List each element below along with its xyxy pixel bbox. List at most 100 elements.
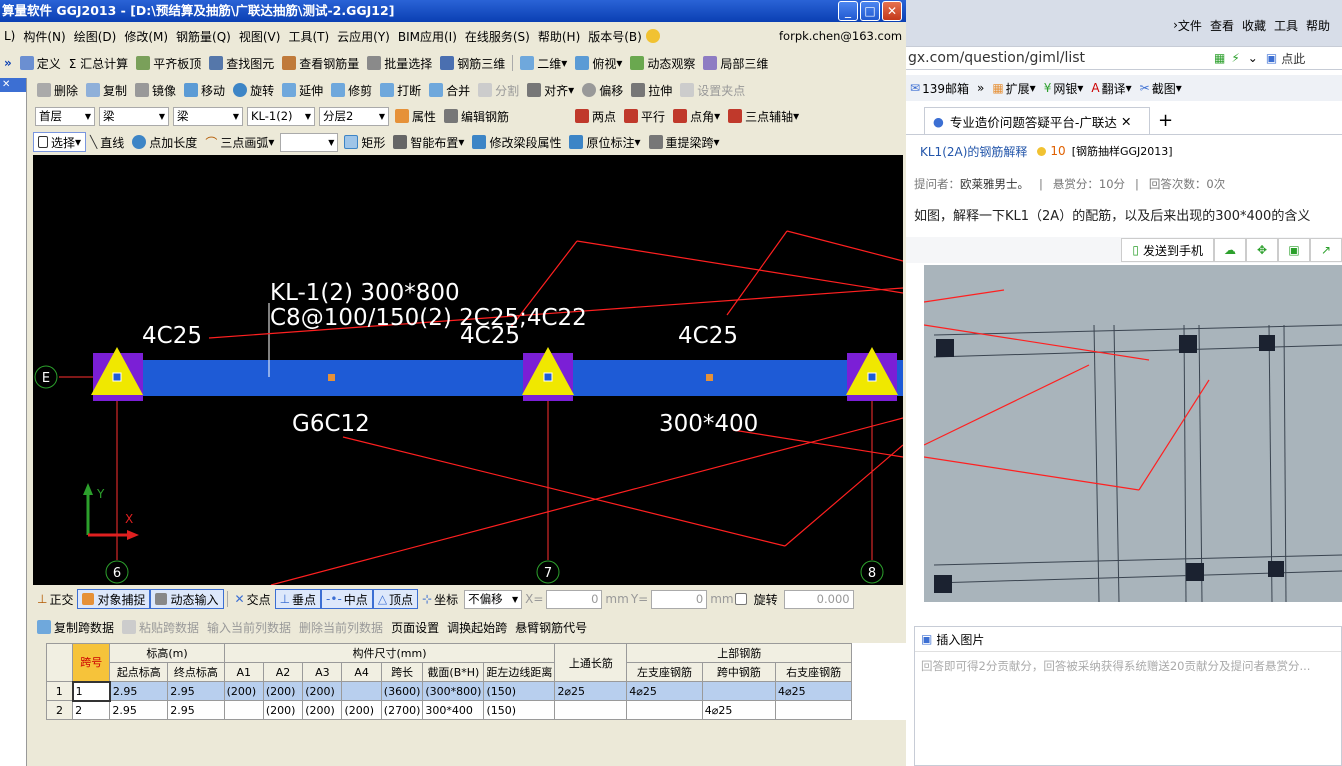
close-button[interactable]: ✕ [882,1,902,21]
layer-select[interactable]: 分层2 ▼ [319,106,389,126]
answer-textarea[interactable]: 回答即可得2分贡献分，回答被采纳获得系统赠送20贡献分及提问者悬赏分... [915,651,1341,680]
grid-cell[interactable] [223,700,264,720]
menu-item[interactable]: L) [0,26,19,46]
three-point-arc-dropdown[interactable]: ⌒ 三点画弧 ▾ [201,132,278,152]
type-select[interactable]: 梁 ▼ [173,106,243,126]
question-photo[interactable] [924,265,1342,602]
bookmark-extensions[interactable]: ▦ 扩展 ▾ [988,78,1039,98]
grid-cell[interactable]: (200) [302,700,343,720]
rotate-button[interactable]: 旋转 [229,80,278,100]
intersection-snap[interactable]: ✕ 交点 [231,589,275,609]
mirror-button[interactable]: 镜像 [131,80,180,100]
floor-select[interactable]: 首层 ▼ [35,106,95,126]
grid-cell[interactable]: (200) [302,681,343,701]
menu-item[interactable]: 在线服务(S) [461,26,534,46]
table-row[interactable]: 2 2 2.95 2.95 (200) (200) (200) (2700) 3… [45,700,906,720]
top-view-dropdown[interactable]: 俯视 ▾ [571,53,626,73]
break-button[interactable]: 打断 [376,80,425,100]
point-angle-dropdown[interactable]: 点角 ▾ [669,106,724,126]
input-column-data-button[interactable]: 输入当前列数据 [203,617,295,637]
menu-item[interactable]: 构件(N) [19,26,69,46]
new-tab-icon[interactable]: + [1158,110,1173,131]
menu-item[interactable]: 云应用(Y) [333,26,394,46]
point-length-button[interactable]: 点加长度 [128,132,201,152]
view-rebar-qty-button[interactable]: 查看钢筋量 [278,53,363,73]
bookmarks-overflow-icon[interactable]: » [973,78,988,98]
grid-cell[interactable] [626,700,703,720]
browser-menu-item[interactable]: 帮助 [1302,15,1334,35]
perpendicular-snap[interactable]: ⊥ 垂点 [274,589,322,609]
qr-icon[interactable]: ▦ [1214,51,1225,65]
find-element-button[interactable]: 查找图元 [205,53,278,73]
properties-button[interactable]: 属性 [391,106,440,126]
category-select[interactable]: 梁 ▼ [99,106,169,126]
grid-cell[interactable]: (200) [262,700,304,720]
define-button[interactable]: 定义 [16,53,65,73]
drawing-svg[interactable]: E 6 7 8 Y X KL-1(2) 300*800 C8@100/150(2… [33,155,903,585]
chevron-down-icon[interactable]: ⌄ [1248,51,1258,65]
account-dropdown[interactable]: forpk.chen@163.com▼ [776,27,904,46]
grid-cell[interactable]: 4⌀25 [701,700,776,720]
rebar-3d-button[interactable]: 钢筋三维 [436,53,509,73]
menu-item[interactable]: 视图(V) [235,26,285,46]
grid-cell[interactable]: (3600) [380,681,424,701]
object-snap-toggle[interactable]: 对象捕捉 [77,589,151,609]
grid-cell[interactable]: (300*800) [422,681,485,701]
split-button[interactable]: 分割 [474,80,523,100]
grid-cell[interactable] [701,681,776,701]
page-setup-button[interactable]: 页面设置 [387,617,443,637]
grid-cell[interactable] [774,700,853,720]
overflow-chevron-icon[interactable]: » [0,53,16,73]
x-coordinate-input[interactable]: 0 [546,589,603,609]
insert-image-button[interactable]: ▣ 插入图片 [915,627,1341,651]
asker-name[interactable]: 欧莱雅男士。 [960,176,1029,192]
menu-item[interactable]: 钢筋量(Q) [172,26,235,46]
browser-menu-item[interactable]: › 文件 [1169,15,1206,35]
bookmark-139mail[interactable]: ✉ 139邮箱 [906,78,973,98]
left-nav-panel[interactable]: ✕ [0,78,27,766]
rectangle-button[interactable]: 矩形 [340,132,389,152]
stretch-button[interactable]: 拉伸 [627,80,676,100]
rotate-checkbox[interactable] [734,593,747,605]
smart-layout-dropdown[interactable]: 智能布置 ▾ [389,132,468,152]
drawing-canvas[interactable]: E 6 7 8 Y X KL-1(2) 300*800 C8@100/150(2… [33,155,903,585]
grid-cell[interactable]: 4⌀25 [626,681,703,701]
set-grip-button[interactable]: 设置夹点 [676,80,749,100]
grid-cell[interactable]: (200) [341,700,382,720]
grid-cell[interactable]: (150) [483,681,556,701]
two-point-axis-button[interactable]: 两点 [571,106,620,126]
extend-button[interactable]: 延伸 [278,80,327,100]
delete-button[interactable]: 删除 [33,80,82,100]
grid-cell[interactable]: (200) [223,681,264,701]
edit-rebar-button[interactable]: 编辑钢筋 [440,106,513,126]
menu-item[interactable]: 工具(T) [284,26,333,46]
menu-item[interactable]: 版本号(B) [584,26,646,46]
paste-span-data-button[interactable]: 粘贴跨数据 [118,617,203,637]
grip-point[interactable] [867,372,877,382]
ortho-toggle[interactable]: ⊥ 正交 [33,589,77,609]
dynamic-input-toggle[interactable]: 动态输入 [150,589,224,609]
grid-cell[interactable]: 2.95 [109,700,169,720]
arc-option-select[interactable]: ▼ [280,132,339,152]
menu-item[interactable]: 帮助(H) [534,26,584,46]
grid-cell[interactable]: 300*400 [422,700,485,720]
in-place-annotation-dropdown[interactable]: 原位标注 ▾ [565,132,644,152]
top-rebar-right-label[interactable]: 4C25 [678,323,738,349]
beam-rebar-label[interactable]: C8@100/150(2) 2C25;4C22 [270,305,587,331]
browser-menu-item[interactable]: 收藏 [1238,15,1270,35]
grip-point[interactable] [112,372,122,382]
send-to-phone-button[interactable]: ▯ 发送到手机 [1121,238,1214,262]
question-title-link[interactable]: KL1(2A)的钢筋解释 [920,143,1027,160]
lightning-icon[interactable]: ⚡ [1231,51,1239,65]
merge-button[interactable]: 合并 [425,80,474,100]
fullscreen-icon[interactable]: ✥ [1246,238,1278,262]
dynamic-orbit-button[interactable]: 动态观察 [626,53,699,73]
browser-menu-item[interactable]: 查看 [1206,15,1238,35]
address-search-hint[interactable]: 点此 [1281,50,1305,67]
three-point-axis-dropdown[interactable]: 三点辅轴 ▾ [724,106,803,126]
address-input[interactable]: gx.com/question/giml/list [906,50,1206,66]
grid-cell[interactable] [554,700,628,720]
member-select[interactable]: KL-1(2) ▼ [247,106,315,126]
line-button[interactable]: ╲ 直线 [86,132,128,152]
bookmark-ebank[interactable]: ¥ 网银 ▾ [1040,78,1088,98]
